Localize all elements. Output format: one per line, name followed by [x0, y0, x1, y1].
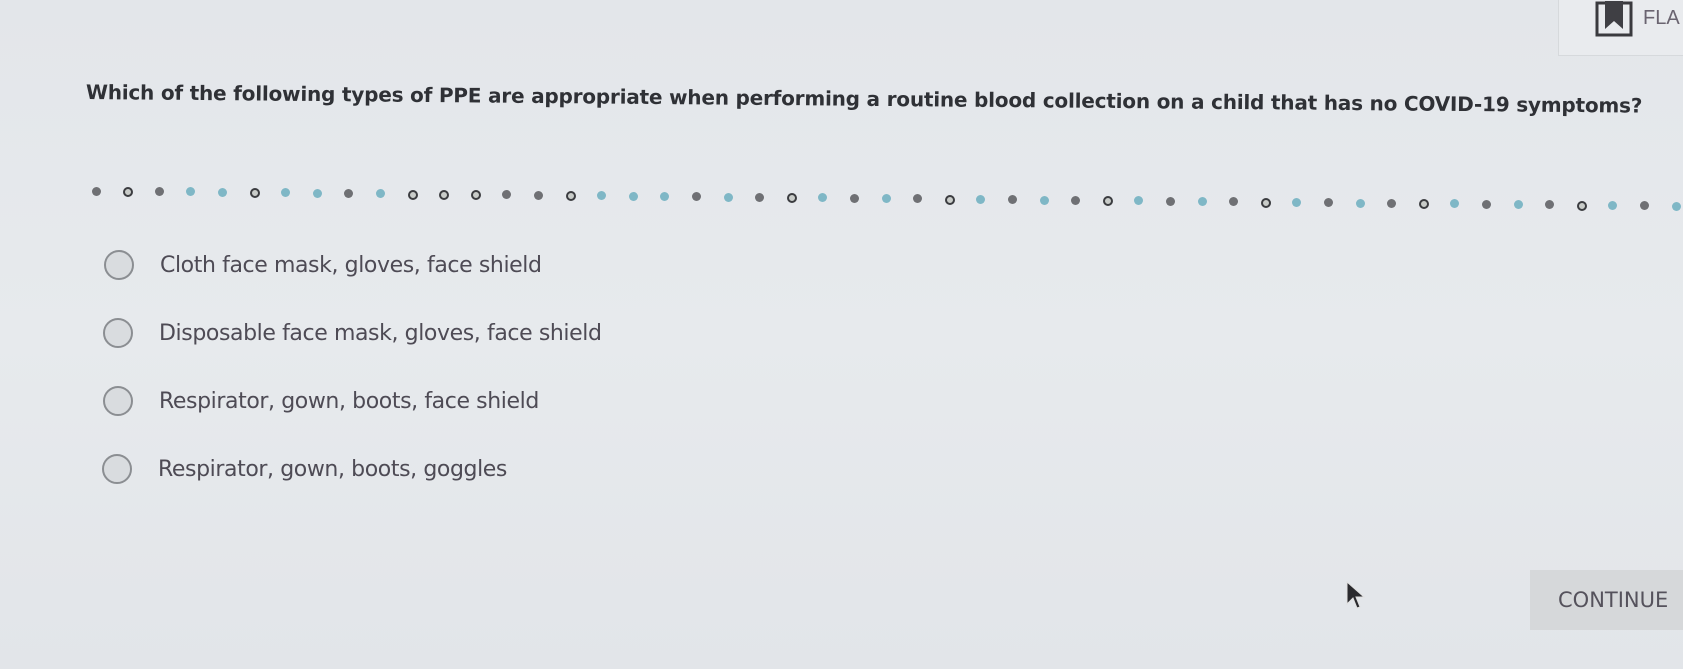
- radio-button[interactable]: [103, 318, 133, 348]
- mouse-cursor-icon: [1346, 580, 1366, 609]
- answer-option[interactable]: Respirator, gown, boots, face shield: [103, 384, 602, 418]
- radio-button[interactable]: [102, 454, 132, 484]
- answer-option-label: Respirator, gown, boots, face shield: [159, 388, 539, 414]
- answer-option[interactable]: Cloth face mask, gloves, face shield: [104, 248, 603, 282]
- answer-option[interactable]: Respirator, gown, boots, goggles: [102, 452, 601, 486]
- radio-button[interactable]: [104, 250, 134, 280]
- answer-option[interactable]: Disposable face mask, gloves, face shiel…: [103, 316, 602, 350]
- answer-option-label: Disposable face mask, gloves, face shiel…: [159, 320, 602, 346]
- bookmark-icon: [1595, 1, 1633, 37]
- continue-button[interactable]: CONTINUE: [1530, 570, 1683, 630]
- answer-option-label: Respirator, gown, boots, goggles: [158, 456, 507, 482]
- flag-label: FLA: [1643, 7, 1680, 29]
- flag-button[interactable]: FLA: [1558, 0, 1683, 56]
- radio-button[interactable]: [103, 386, 133, 416]
- answer-option-label: Cloth face mask, gloves, face shield: [160, 252, 542, 278]
- answer-options: Cloth face mask, gloves, face shield Dis…: [102, 248, 603, 520]
